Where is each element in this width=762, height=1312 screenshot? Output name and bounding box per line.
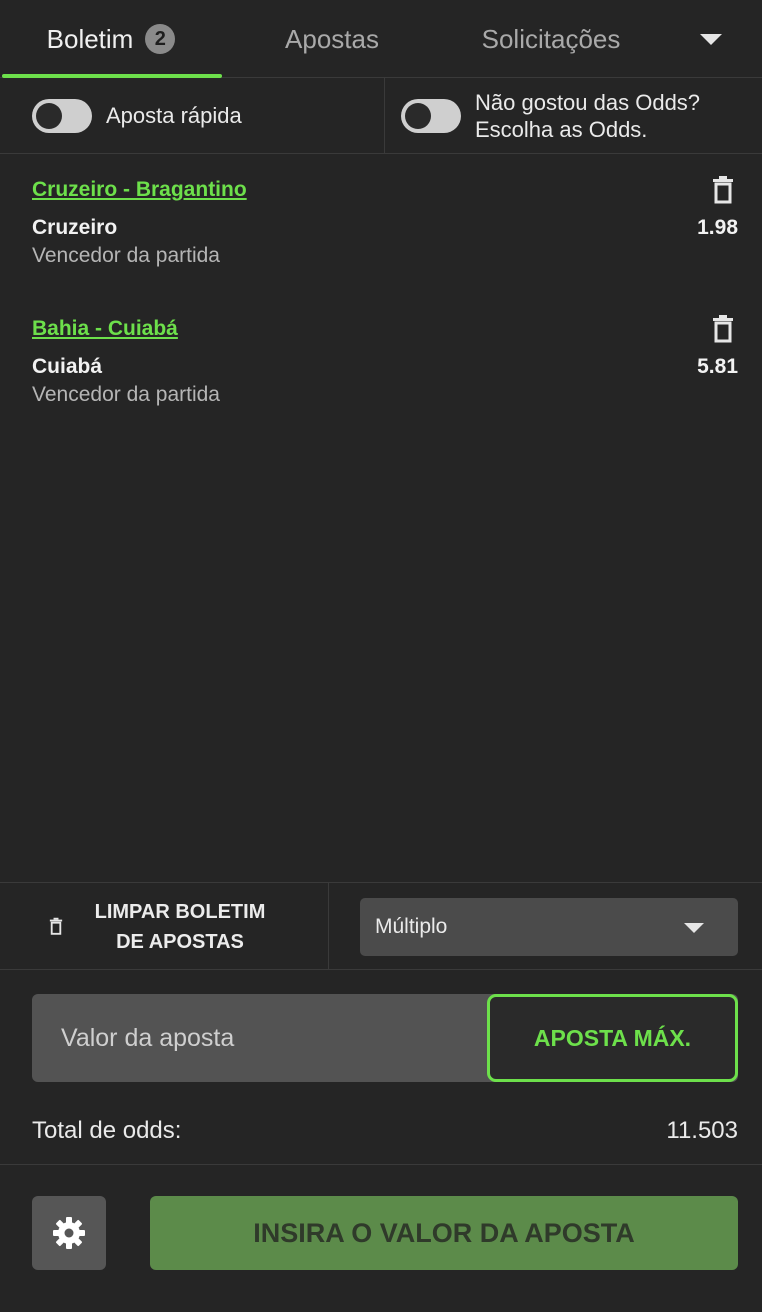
clear-slip-button[interactable]: LIMPAR BOLETIM DE APOSTAS <box>0 883 329 970</box>
bet-match-link[interactable]: Bahia - Cuiabá <box>32 317 178 341</box>
choose-odds-option: Não gostou das Odds? Escolha as Odds. <box>386 78 762 153</box>
tab-solicitacoes[interactable]: Solicitações <box>442 0 660 78</box>
quick-bet-label: Aposta rápida <box>106 103 242 128</box>
choose-odds-label: Não gostou das Odds? Escolha as Odds. <box>475 89 700 143</box>
quick-bet-option: Aposta rápida <box>0 78 385 153</box>
bet-slip-panel: Boletim 2 Apostas Solicitações Aposta rá… <box>0 0 762 1312</box>
stake-row: APOSTA MÁX. <box>32 994 738 1082</box>
clear-slip-label: LIMPAR BOLETIM DE APOSTAS <box>90 897 270 957</box>
bet-market: Vencedor da partida <box>32 383 220 406</box>
bet-selection: Cuiabá <box>32 355 103 378</box>
tab-boletim[interactable]: Boletim 2 <box>0 0 222 78</box>
options-row: Aposta rápida Não gostou das Odds? Escol… <box>0 78 762 154</box>
bet-market: Vencedor da partida <box>32 244 220 267</box>
clear-slip-line2: DE APOSTAS <box>116 930 244 953</box>
max-bet-button[interactable]: APOSTA MÁX. <box>487 994 738 1082</box>
choose-odds-line2: Escolha as Odds. <box>475 116 648 142</box>
total-odds-row: Total de odds: 11.503 <box>0 1105 762 1165</box>
bet-odds: 1.98 <box>697 216 738 239</box>
tab-solicitacoes-label: Solicitações <box>481 23 621 54</box>
bet-selection: Cruzeiro <box>32 216 118 239</box>
toggle-knob <box>36 102 62 129</box>
bet-odds: 5.81 <box>697 355 738 378</box>
toggle-knob <box>405 102 431 129</box>
stake-input[interactable] <box>32 994 486 1082</box>
quick-bet-toggle[interactable] <box>32 98 92 133</box>
trash-icon <box>49 917 63 935</box>
bet-count-badge: 2 <box>145 24 176 54</box>
trash-icon[interactable] <box>710 315 736 345</box>
more-tabs-dropdown[interactable] <box>678 0 744 78</box>
clear-slip-line1: LIMPAR BOLETIM <box>94 900 266 923</box>
chevron-down-icon <box>684 923 704 933</box>
gear-icon <box>53 1217 85 1249</box>
caret-down-icon <box>700 33 722 45</box>
bet-match-link[interactable]: Cruzeiro - Bragantino <box>32 178 247 202</box>
total-odds-value: 11.503 <box>666 1117 738 1144</box>
choose-odds-toggle[interactable] <box>401 98 461 133</box>
tab-bar: Boletim 2 Apostas Solicitações <box>0 0 762 78</box>
bet-type-select[interactable]: Múltiplo <box>360 898 738 956</box>
tab-apostas-label: Apostas <box>285 23 379 54</box>
tab-apostas[interactable]: Apostas <box>222 0 442 78</box>
place-bet-button[interactable]: INSIRA O VALOR DA APOSTA <box>150 1196 738 1270</box>
tab-boletim-label: Boletim <box>46 23 134 54</box>
choose-odds-line1: Não gostou das Odds? <box>475 89 701 115</box>
total-odds-label: Total de odds: <box>32 1117 182 1144</box>
trash-icon[interactable] <box>710 176 736 206</box>
slip-controls: LIMPAR BOLETIM DE APOSTAS Múltiplo <box>0 882 762 970</box>
bet-type-value: Múltiplo <box>375 915 448 938</box>
settings-button[interactable] <box>32 1196 106 1270</box>
